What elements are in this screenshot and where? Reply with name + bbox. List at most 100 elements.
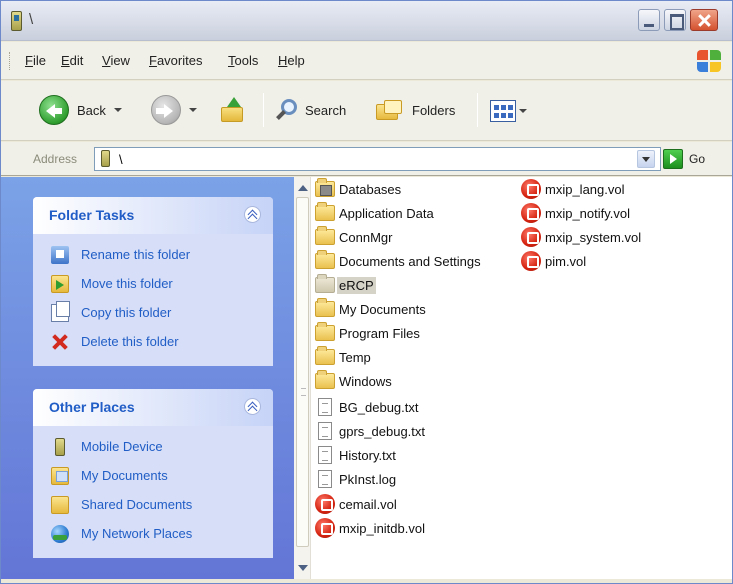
list-item[interactable]: mxip_lang.vol [521, 178, 627, 200]
other-places-panel: Other Places Mobile Device My Documents … [33, 389, 273, 558]
folder-tasks-header[interactable]: Folder Tasks [33, 197, 273, 234]
address-input[interactable]: \ [94, 147, 661, 171]
toolbar-separator [477, 93, 478, 127]
list-item[interactable]: History.txt [315, 444, 398, 466]
folder-icon [315, 250, 335, 269]
vol-file-icon [315, 494, 335, 514]
move-icon [51, 274, 69, 293]
file-name: mxip_initdb.vol [339, 520, 425, 536]
folder-up-icon [219, 97, 245, 123]
folder-up-button[interactable] [219, 97, 245, 123]
scrollbar-thumb[interactable] [296, 197, 309, 547]
go-button-label: Go [689, 152, 706, 166]
list-item[interactable]: Application Data [315, 202, 436, 224]
shared-documents-link[interactable]: Shared Documents [33, 490, 273, 519]
forward-button[interactable] [151, 95, 197, 125]
vertical-scrollbar[interactable] [294, 177, 311, 579]
list-item-selected[interactable]: eRCP [315, 274, 376, 296]
vol-file-icon [521, 179, 541, 199]
standard-toolbar: Back Search Folders [1, 81, 732, 141]
other-places-header[interactable]: Other Places [33, 389, 273, 426]
scroll-up-arrow-icon[interactable] [296, 181, 309, 195]
menu-tools[interactable]: Tools [228, 53, 258, 68]
file-name: mxip_system.vol [545, 229, 642, 245]
address-bar: Address \ Go [1, 142, 732, 176]
rename-folder-link[interactable]: Rename this folder [33, 240, 273, 269]
task-label: Move this folder [81, 276, 173, 291]
scroll-down-arrow-icon[interactable] [296, 561, 309, 575]
list-item[interactable]: Program Files [315, 322, 422, 344]
text-file-icon [318, 446, 332, 464]
file-name: PkInst.log [339, 471, 397, 487]
back-button[interactable]: Back [39, 95, 122, 125]
shared-documents-icon [51, 495, 69, 514]
mobile-device-icon [11, 11, 22, 31]
folder-icon [315, 346, 335, 365]
list-item[interactable]: mxip_notify.vol [521, 202, 632, 224]
folders-button[interactable]: Folders [376, 98, 455, 122]
file-name: Windows [339, 373, 392, 389]
menu-favorites[interactable]: Favorites [149, 53, 202, 68]
file-name: cemail.vol [339, 496, 397, 512]
list-item[interactable]: Databases [315, 178, 403, 200]
copy-folder-link[interactable]: Copy this folder [33, 298, 273, 327]
minimize-button[interactable] [638, 9, 660, 31]
collapse-icon[interactable] [244, 398, 261, 415]
list-item[interactable]: PkInst.log [315, 468, 398, 490]
go-button[interactable]: Go [663, 149, 705, 169]
network-places-link[interactable]: My Network Places [33, 519, 273, 548]
list-item[interactable]: BG_debug.txt [315, 396, 421, 418]
place-label: Shared Documents [81, 497, 193, 512]
list-item[interactable]: Documents and Settings [315, 250, 483, 272]
list-item[interactable]: pim.vol [521, 250, 588, 272]
maximize-button[interactable] [664, 9, 686, 31]
explorer-window: \ File Edit View Favorites Tools Help Ba… [0, 0, 733, 584]
list-item[interactable]: My Documents [315, 298, 428, 320]
folders-icon [376, 98, 404, 122]
folders-button-label: Folders [412, 102, 456, 118]
title-bar[interactable]: \ [1, 1, 732, 41]
file-name: Databases [339, 181, 402, 197]
back-dropdown-icon[interactable] [113, 108, 122, 112]
copy-icon [51, 300, 70, 322]
address-dropdown-button[interactable] [637, 150, 655, 168]
forward-dropdown-icon[interactable] [189, 108, 197, 112]
task-label: Delete this folder [81, 334, 179, 349]
menu-help[interactable]: Help [278, 53, 305, 68]
place-label: My Documents [81, 468, 168, 483]
list-item[interactable]: Windows [315, 370, 394, 392]
vol-file-icon [521, 203, 541, 223]
file-name: eRCP [337, 276, 376, 294]
list-item[interactable]: mxip_system.vol [521, 226, 643, 248]
menu-grip[interactable] [9, 52, 12, 70]
delete-icon [51, 333, 69, 351]
place-label: My Network Places [81, 526, 193, 541]
list-item[interactable]: cemail.vol [315, 493, 399, 515]
text-file-icon [318, 470, 332, 488]
mobile-device-link[interactable]: Mobile Device [33, 432, 273, 461]
file-name: ConnMgr [339, 229, 393, 245]
forward-arrow-icon [151, 95, 181, 125]
menu-view[interactable]: View [102, 53, 130, 68]
folder-icon [315, 370, 335, 389]
menu-edit[interactable]: Edit [61, 53, 83, 68]
collapse-icon[interactable] [244, 206, 261, 223]
list-item[interactable]: ConnMgr [315, 226, 394, 248]
list-item[interactable]: gprs_debug.txt [315, 420, 427, 442]
file-name: Program Files [339, 325, 420, 341]
my-documents-icon [51, 466, 69, 485]
search-button[interactable]: Search [275, 97, 346, 123]
address-value: \ [119, 152, 123, 167]
folder-icon [315, 202, 335, 221]
move-folder-link[interactable]: Move this folder [33, 269, 273, 298]
views-dropdown-icon[interactable] [519, 109, 527, 113]
views-button[interactable] [490, 100, 527, 122]
vol-file-icon [521, 227, 541, 247]
close-button[interactable] [690, 9, 718, 31]
list-item[interactable]: Temp [315, 346, 373, 368]
menu-file[interactable]: File [25, 53, 46, 68]
delete-folder-link[interactable]: Delete this folder [33, 327, 273, 356]
my-documents-link[interactable]: My Documents [33, 461, 273, 490]
list-item[interactable]: mxip_initdb.vol [315, 517, 427, 539]
rename-icon [51, 245, 69, 264]
